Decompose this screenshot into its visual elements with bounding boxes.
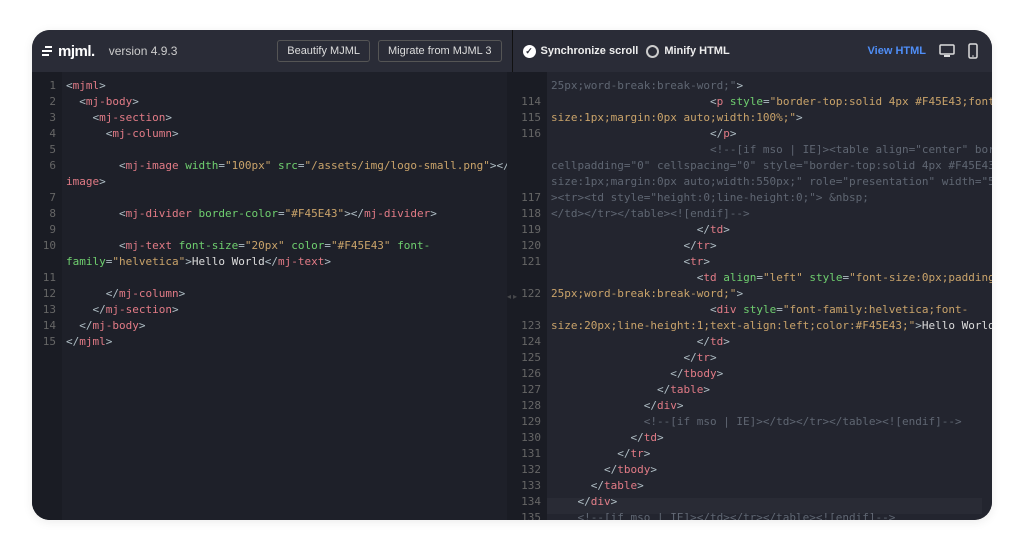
pane-splitter[interactable]: ◂ ▸ — [507, 72, 517, 520]
html-code[interactable]: 25px;word-break:break-word;"> <p style="… — [547, 72, 992, 520]
view-html-link[interactable]: View HTML — [868, 45, 926, 57]
mobile-preview-icon[interactable] — [964, 42, 982, 60]
logo-bars-icon — [42, 46, 52, 56]
migrate-button[interactable]: Migrate from MJML 3 — [378, 40, 502, 62]
synchronize-scroll-toggle[interactable]: ✓ Synchronize scroll — [523, 45, 639, 58]
brand-text: mjml. — [58, 43, 95, 60]
desktop-preview-icon[interactable] — [938, 42, 956, 60]
toolbar-right: ✓ Synchronize scroll Minify HTML View HT… — [512, 30, 993, 72]
check-circle-icon: ✓ — [523, 45, 536, 58]
sync-scroll-label: Synchronize scroll — [541, 45, 639, 57]
beautify-button[interactable]: Beautify MJML — [277, 40, 370, 62]
minify-label: Minify HTML — [664, 45, 729, 57]
app-window: mjml. version 4.9.3 Beautify MJML Migrat… — [32, 30, 992, 520]
logo[interactable]: mjml. — [42, 43, 95, 60]
editor-split: 123456 78910 1112131415 <mjml> <mj-body>… — [32, 72, 992, 520]
line-gutter-left: 123456 78910 1112131415 — [32, 72, 62, 520]
radio-circle-icon — [646, 45, 659, 58]
mjml-editor-pane[interactable]: 123456 78910 1112131415 <mjml> <mj-body>… — [32, 72, 507, 520]
toolbar: mjml. version 4.9.3 Beautify MJML Migrat… — [32, 30, 992, 72]
minify-html-toggle[interactable]: Minify HTML — [646, 45, 729, 58]
chevron-left-icon: ◂ — [507, 292, 511, 301]
html-output-pane[interactable]: 114115116 117118119120121 122 1231241251… — [517, 72, 992, 520]
line-gutter-right: 114115116 117118119120121 122 1231241251… — [517, 72, 547, 520]
toolbar-left: mjml. version 4.9.3 Beautify MJML Migrat… — [32, 30, 512, 72]
version-label: version 4.9.3 — [109, 44, 178, 58]
mjml-code[interactable]: <mjml> <mj-body> <mj-section> <mj-column… — [62, 72, 507, 520]
